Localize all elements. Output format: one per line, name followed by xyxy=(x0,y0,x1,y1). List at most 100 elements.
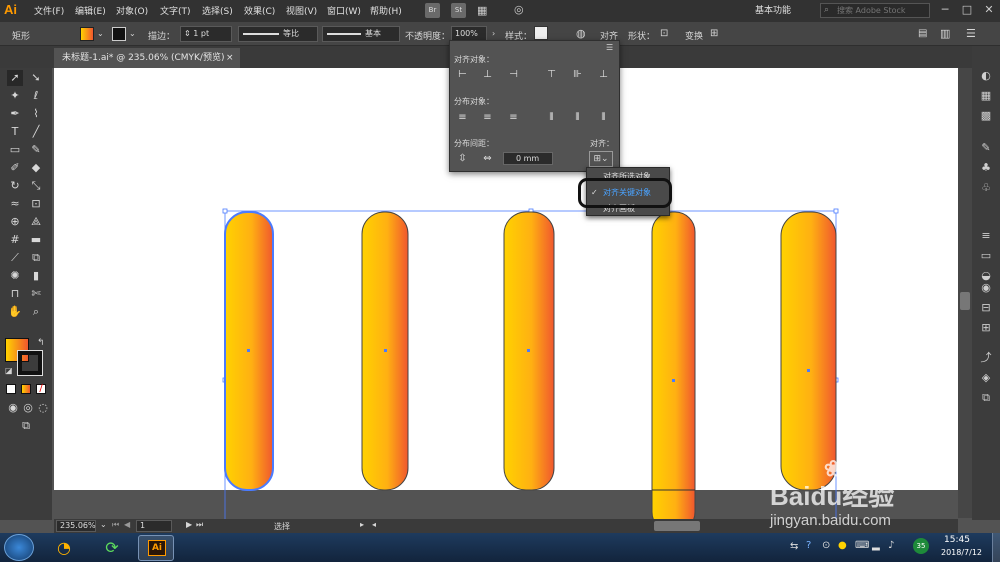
align-panel: ☰ 对齐对象： ⊢ ⊥ ⊣ ⊤ ⊪ ⊥ 分布对象： ≡ ≡ ≡ ⦀ ⦀ ⦀ 分布… xyxy=(449,40,620,172)
gradient-panel-icon[interactable]: ▭ xyxy=(978,248,994,264)
distribute-left-icon[interactable]: ⦀ xyxy=(545,112,558,124)
stroke-panel-icon[interactable]: ≡ xyxy=(978,228,994,244)
help-tray-icon[interactable]: ? xyxy=(806,540,811,551)
browser-taskbar-icon[interactable]: ◔ xyxy=(44,536,84,560)
artboard-tool-icon[interactable]: ⊓ xyxy=(7,286,23,302)
shaper-tool-icon[interactable]: ✐ xyxy=(7,160,23,176)
align-bottom-icon[interactable]: ⊥ xyxy=(597,69,610,81)
capsule-shape[interactable] xyxy=(780,211,837,491)
zoom-tool-icon[interactable]: ⌕ xyxy=(28,304,44,320)
page-field[interactable]: 1 xyxy=(136,520,172,532)
eyedropper-icon[interactable]: ⟋ xyxy=(7,250,23,266)
prev-page-icon[interactable]: ◀ xyxy=(124,520,130,529)
spacing-input[interactable]: 0 mm xyxy=(503,152,553,165)
gradient-tool-icon[interactable]: ▬ xyxy=(28,232,44,248)
hand-tool-icon[interactable]: ✋ xyxy=(7,304,23,320)
slice-tool-icon[interactable]: ✄ xyxy=(28,286,44,302)
align-to-dropdown[interactable]: ⊞⌄ xyxy=(589,151,613,167)
pathfinder-icon[interactable]: ⊞ xyxy=(978,320,994,336)
vertical-spacing-icon[interactable]: ⇳ xyxy=(456,153,469,165)
status-menu-icon[interactable]: ▸ xyxy=(360,520,364,529)
shape-builder-icon[interactable]: ⊕ xyxy=(7,214,23,230)
color-mode-icon[interactable] xyxy=(6,384,16,394)
align-top-icon[interactable]: ⊤ xyxy=(545,69,558,81)
security-tray-icon[interactable]: ● xyxy=(838,540,847,551)
next-page-icon[interactable]: ▶ xyxy=(186,520,192,529)
swatches-icon[interactable]: ▩ xyxy=(978,108,994,124)
last-page-icon[interactable]: ⏭ xyxy=(196,520,203,530)
distribute-vcenter-icon[interactable]: ≡ xyxy=(481,112,494,124)
swap-colors-icon[interactable]: ↰ xyxy=(37,338,45,348)
selection-handle[interactable] xyxy=(833,208,839,214)
scale-tool-icon[interactable]: ⤡ xyxy=(28,178,44,194)
distribute-top-icon[interactable]: ≡ xyxy=(456,112,469,124)
scroll-left-icon[interactable]: ◂ xyxy=(372,520,376,529)
horizontal-scrollbar-thumb[interactable] xyxy=(654,521,700,531)
start-button[interactable] xyxy=(4,534,34,561)
rectangle-tool-icon[interactable]: ▭ xyxy=(7,142,23,158)
color-guide-icon[interactable]: ▦ xyxy=(978,88,994,104)
appearance-icon[interactable]: ◉ xyxy=(978,280,994,296)
gradient-mode-icon[interactable] xyxy=(21,384,31,394)
graphic-styles-icon[interactable]: ♧ xyxy=(978,180,994,196)
horizontal-spacing-icon[interactable]: ⇔ xyxy=(481,153,494,165)
align-vcenter-icon[interactable]: ⊪ xyxy=(571,69,584,81)
volume-tray-icon[interactable]: ♪ xyxy=(888,540,894,551)
signal-tray-icon[interactable]: ▂ xyxy=(872,540,880,551)
scrollbar-thumb[interactable] xyxy=(960,292,970,310)
status-tool-label: 选择 xyxy=(274,522,290,531)
stroke-color-swatch[interactable] xyxy=(17,350,43,376)
brushes-icon[interactable]: ✎ xyxy=(978,140,994,156)
tray-icon[interactable]: ⇆ xyxy=(790,541,798,552)
zoom-dropdown-icon[interactable]: ⌄ xyxy=(100,520,107,529)
eraser-icon[interactable]: ◆ xyxy=(28,160,44,176)
direct-selection-tool-icon[interactable]: ➘ xyxy=(28,70,44,86)
network-tray-icon[interactable]: ⊙ xyxy=(822,540,830,551)
perspective-grid-icon[interactable]: ⟁ xyxy=(28,214,44,230)
none-mode-icon[interactable]: / xyxy=(36,384,46,394)
artboards-icon[interactable]: ⧉ xyxy=(978,390,994,406)
draw-behind-icon[interactable]: ◎ xyxy=(20,400,36,416)
selection-tool-icon[interactable]: ➚ xyxy=(7,70,23,86)
graph-tool-icon[interactable]: ▮ xyxy=(28,268,44,284)
watermark-url: jingyan.baidu.com xyxy=(770,512,891,529)
export-icon[interactable]: ⤴ xyxy=(978,350,994,366)
first-page-icon[interactable]: ⏮ xyxy=(112,520,119,530)
paintbrush-icon[interactable]: ✎ xyxy=(28,142,44,158)
distribute-hcenter-icon[interactable]: ⦀ xyxy=(571,112,584,124)
draw-inside-icon[interactable]: ◌ xyxy=(35,400,51,416)
align-left-icon[interactable]: ⊢ xyxy=(456,69,469,81)
distribute-bottom-icon[interactable]: ≡ xyxy=(507,112,520,124)
free-transform-icon[interactable]: ⊡ xyxy=(28,196,44,212)
keyboard-tray-icon[interactable]: ⌨ xyxy=(855,540,869,551)
screen-mode-icon[interactable]: ⧉ xyxy=(18,418,34,434)
capsule-shape[interactable] xyxy=(651,211,696,533)
tray-badge[interactable]: 35 xyxy=(913,538,929,554)
panel-menu-icon[interactable]: ☰ xyxy=(606,43,613,52)
default-colors-icon[interactable]: ◪ xyxy=(5,366,13,375)
align-hcenter-icon[interactable]: ⊥ xyxy=(481,69,494,81)
distribute-right-icon[interactable]: ⦀ xyxy=(597,112,610,124)
align-panel-icon[interactable]: ⊟ xyxy=(978,300,994,316)
rotate-tool-icon[interactable]: ↻ xyxy=(7,178,23,194)
magic-wand-icon[interactable]: ✦ xyxy=(7,88,23,104)
align-right-icon[interactable]: ⊣ xyxy=(507,69,520,81)
pen-tool-icon[interactable]: ✒ xyxy=(7,106,23,122)
symbol-sprayer-icon[interactable]: ✺ xyxy=(7,268,23,284)
line-tool-icon[interactable]: ╱ xyxy=(28,124,44,140)
show-desktop-button[interactable] xyxy=(992,533,1000,562)
zoom-field[interactable]: 235.06% xyxy=(56,520,96,532)
mesh-tool-icon[interactable]: # xyxy=(7,232,23,248)
color-panel-icon[interactable]: ◐ xyxy=(978,68,994,84)
draw-normal-icon[interactable]: ◉ xyxy=(5,400,21,416)
update-taskbar-icon[interactable]: ⟳ xyxy=(92,536,132,560)
symbols-icon[interactable]: ♣ xyxy=(978,160,994,176)
warp-tool-icon[interactable]: ≈ xyxy=(7,196,23,212)
illustrator-taskbar-button[interactable]: Ai xyxy=(138,535,174,561)
blend-tool-icon[interactable]: ⧉ xyxy=(28,250,44,266)
selection-handle[interactable] xyxy=(222,208,228,214)
lasso-icon[interactable]: ℓ xyxy=(28,88,44,104)
layers-icon[interactable]: ◈ xyxy=(978,370,994,386)
curvature-tool-icon[interactable]: ⌇ xyxy=(28,106,44,122)
type-tool-icon[interactable]: T xyxy=(7,124,23,140)
